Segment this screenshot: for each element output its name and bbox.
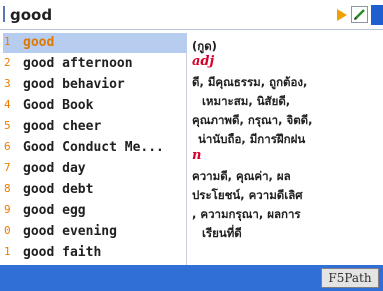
search-bar <box>0 0 383 30</box>
list-item[interactable]: 1 good <box>3 33 187 53</box>
word-list: 1 good 2 good afternoon 3 good behavior … <box>3 33 187 265</box>
list-item[interactable]: 5 good cheer <box>3 117 187 137</box>
f5path-button[interactable]: F5Path <box>321 268 379 288</box>
item-word: good day <box>23 161 86 176</box>
list-item[interactable]: 4 Good Book <box>3 96 187 116</box>
item-number: 7 <box>4 161 11 174</box>
item-word: good faith <box>23 245 102 260</box>
play-icon[interactable] <box>335 8 349 22</box>
list-item[interactable]: 1 good faith <box>3 243 187 263</box>
more-button[interactable] <box>371 5 383 25</box>
item-number: 1 <box>4 245 11 258</box>
list-item[interactable]: 0 good evening <box>3 222 187 242</box>
definition-line: ดี, มีคุณธรรม, ถูกต้อง, <box>192 75 308 89</box>
item-number: 0 <box>4 224 11 237</box>
item-word: good afternoon <box>23 56 133 71</box>
item-word: Good Conduct Me... <box>23 140 164 155</box>
item-number: 1 <box>4 35 11 48</box>
item-number: 6 <box>4 140 11 153</box>
item-word: Good Book <box>23 98 94 113</box>
item-word: good cheer <box>23 119 102 134</box>
list-item[interactable]: 9 good egg <box>3 201 187 221</box>
pencil-icon <box>354 9 365 20</box>
definition-pane: (กูด) adj ดี, มีคุณธรรม, ถูกต้อง, เหมาะส… <box>190 35 380 265</box>
item-number: 9 <box>4 203 11 216</box>
item-number: 3 <box>4 77 11 90</box>
item-word: good evening <box>23 224 117 239</box>
item-number: 5 <box>4 119 11 132</box>
list-item[interactable]: 8 good debt <box>3 180 187 200</box>
status-bar: F5Path <box>0 265 383 291</box>
item-number: 8 <box>4 182 11 195</box>
item-word: good behavior <box>23 77 125 92</box>
list-item[interactable]: 3 good behavior <box>3 75 187 95</box>
definition-line: , ความกรุณา, ผลการ <box>192 207 301 221</box>
item-word: good debt <box>23 182 94 197</box>
item-number: 4 <box>4 98 11 111</box>
definition-line: เหมาะสม, นิสัยดี, <box>202 94 291 108</box>
item-word: good egg <box>23 203 86 218</box>
list-item[interactable]: 6 Good Conduct Me... <box>3 138 187 158</box>
definition-line: น่านับถือ, มีการฝึกฝน <box>198 132 306 146</box>
text-cursor-icon <box>3 6 10 22</box>
list-item[interactable]: 2 good afternoon <box>3 54 187 74</box>
item-word: good <box>23 35 55 50</box>
part-of-speech-adj: adj <box>192 54 215 69</box>
edit-button[interactable] <box>351 6 368 23</box>
part-of-speech-noun: n <box>192 148 202 163</box>
definition-line: ประโยชน์, ความดีเลิศ <box>192 188 303 202</box>
list-item[interactable]: 7 good day <box>3 159 187 179</box>
definition-line: เรียนที่ดี <box>202 226 242 240</box>
definition-line: คุณภาพดี, กรุณา, จิตดี, <box>192 113 313 127</box>
search-input[interactable] <box>10 4 310 26</box>
definition-line: ความดี, คุณค่า, ผล <box>192 169 291 183</box>
item-number: 2 <box>4 56 11 69</box>
